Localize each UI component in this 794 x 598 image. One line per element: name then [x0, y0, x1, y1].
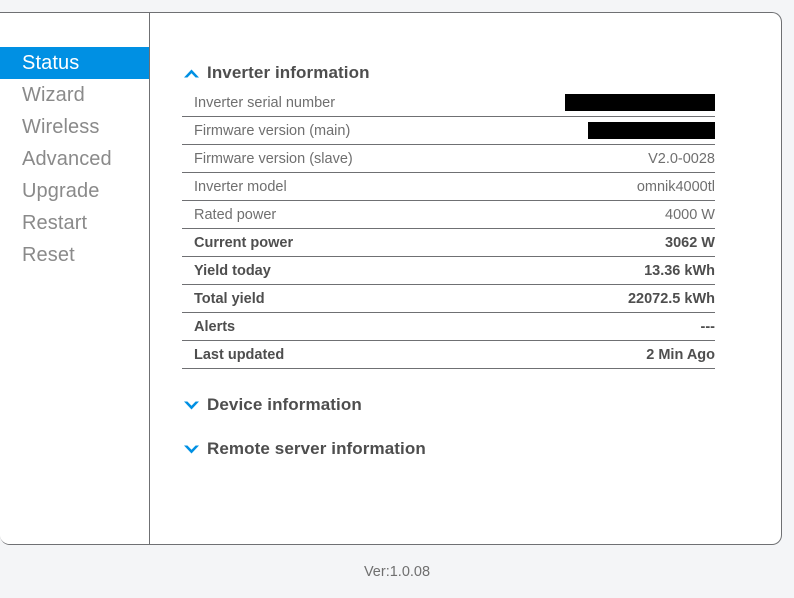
- table-row: Rated power 4000 W: [182, 200, 715, 229]
- sidebar-item-wizard[interactable]: Wizard: [0, 79, 149, 111]
- row-value: [465, 89, 715, 117]
- chevron-down-icon[interactable]: [182, 396, 201, 415]
- redacted-value-bar: [588, 122, 715, 139]
- sidebar-item-upgrade[interactable]: Upgrade: [0, 175, 149, 207]
- row-label: Last updated: [182, 340, 466, 369]
- row-label: Inverter model: [182, 172, 466, 201]
- row-label: Inverter serial number: [182, 89, 466, 117]
- version-label: Ver:1.0.08: [363, 564, 431, 580]
- sidebar-item-reset[interactable]: Reset: [0, 239, 149, 271]
- row-value: 22072.5 kWh: [465, 284, 715, 313]
- row-value: [465, 116, 715, 145]
- row-label: Current power: [182, 228, 466, 257]
- sidebar-item-restart[interactable]: Restart: [0, 207, 149, 239]
- table-row: Alerts ---: [182, 312, 715, 341]
- table-row: Firmware version (main): [182, 116, 715, 145]
- row-label: Firmware version (main): [182, 116, 466, 145]
- section-inverter-information: Inverter information Inverter serial numb…: [182, 63, 781, 369]
- table-row: Inverter model omnik4000tl: [182, 172, 715, 201]
- sidebar-item-wireless[interactable]: Wireless: [0, 111, 149, 143]
- sidebar-item-status[interactable]: Status: [0, 47, 149, 79]
- chevron-down-icon[interactable]: [182, 440, 201, 459]
- section-remote-server-information: Remote server information: [182, 439, 781, 459]
- row-value: omnik4000tl: [465, 172, 715, 201]
- table-row: Total yield 22072.5 kWh: [182, 284, 715, 313]
- section-title: Remote server information: [207, 439, 426, 458]
- row-label: Alerts: [182, 312, 466, 341]
- section-header-toggle[interactable]: Remote server information: [182, 439, 781, 459]
- section-header-toggle[interactable]: Device information: [182, 395, 781, 415]
- row-label: Firmware version (slave): [182, 144, 466, 173]
- page-root: Status Wizard Wireless Advanced Upgrade Resta…: [0, 0, 794, 598]
- row-value: V2.0-0028: [465, 144, 715, 173]
- table-row: Firmware version (slave) V2.0-0028: [182, 144, 715, 173]
- row-value: 13.36 kWh: [465, 256, 715, 285]
- main-card: Status Wizard Wireless Advanced Upgrade Resta…: [0, 12, 782, 545]
- row-label: Rated power: [182, 200, 466, 229]
- chevron-up-icon[interactable]: [182, 64, 201, 83]
- row-value: ---: [465, 312, 715, 341]
- table-row: Last updated 2 Min Ago: [182, 340, 715, 369]
- footer: Ver:1.0.08: [0, 546, 794, 598]
- row-label: Total yield: [182, 284, 466, 313]
- content-area: Inverter information Inverter serial numb…: [150, 13, 781, 544]
- section-title: Inverter information: [207, 63, 370, 82]
- row-value: 2 Min Ago: [465, 340, 715, 369]
- info-table: Inverter serial number Firmware version (…: [182, 89, 715, 369]
- row-label: Yield today: [182, 256, 466, 285]
- table-row: Current power 3062 W: [182, 228, 715, 257]
- section-device-information: Device information: [182, 395, 781, 415]
- row-value: 4000 W: [465, 200, 715, 229]
- section-title: Device information: [207, 395, 362, 414]
- section-header-toggle[interactable]: Inverter information: [182, 63, 781, 83]
- sidebar-nav: Status Wizard Wireless Advanced Upgrade Resta…: [0, 13, 150, 544]
- row-value: 3062 W: [465, 228, 715, 257]
- table-row: Inverter serial number: [182, 89, 715, 117]
- redacted-value-bar: [565, 94, 715, 111]
- table-row: Yield today 13.36 kWh: [182, 256, 715, 285]
- sidebar-item-advanced[interactable]: Advanced: [0, 143, 149, 175]
